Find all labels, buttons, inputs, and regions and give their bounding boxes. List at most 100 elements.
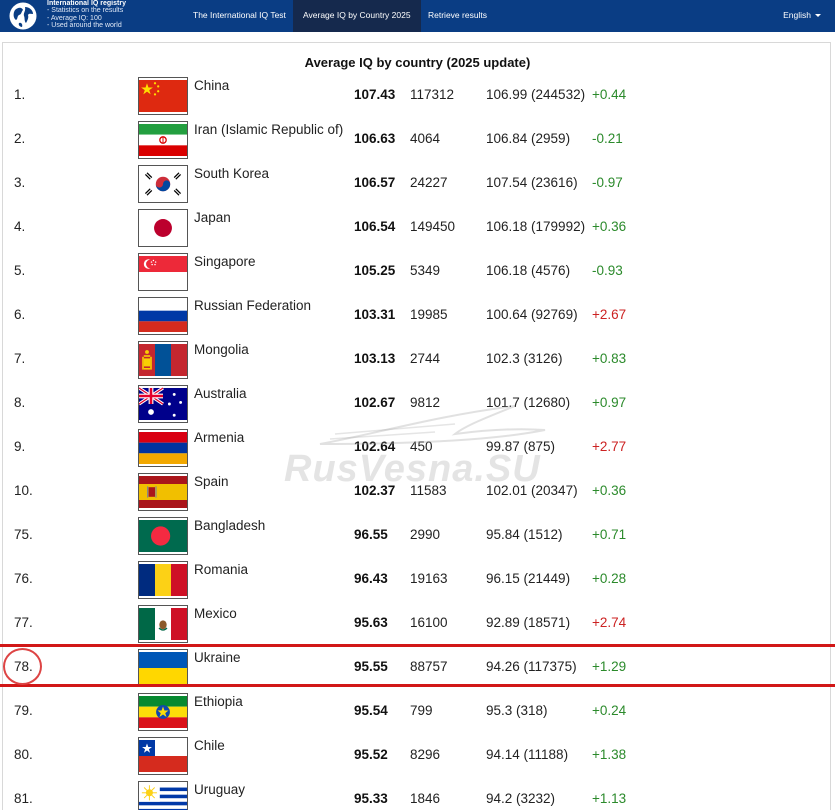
table-row: 1. China 107.43 117312 106.99 (244532) +… xyxy=(0,73,835,117)
iq-value: 95.63 xyxy=(354,615,388,630)
ukraine-flag-icon xyxy=(138,649,188,687)
highlight-line-top xyxy=(0,644,835,647)
country-name[interactable]: Ukraine xyxy=(194,636,241,680)
test-count: 24227 xyxy=(410,175,448,190)
rank-cell: 77. xyxy=(14,615,33,630)
south-korea-flag-icon xyxy=(138,165,188,203)
iq-value: 95.54 xyxy=(354,703,388,718)
language-label: English xyxy=(783,10,811,20)
iq-value: 95.33 xyxy=(354,791,388,806)
australia-flag-icon xyxy=(138,385,188,423)
iq-value: 106.63 xyxy=(354,131,396,146)
country-name[interactable]: Chile xyxy=(194,724,225,768)
iq-delta: +0.28 xyxy=(592,571,627,586)
country-name[interactable]: Iran (Islamic Republic of) xyxy=(194,108,343,152)
iq-delta: -0.21 xyxy=(592,131,623,146)
iq-delta: +0.83 xyxy=(592,351,627,366)
iq-delta: +2.77 xyxy=(592,439,627,454)
rank-cell: 6. xyxy=(14,307,26,322)
top-navigation-bar: International IQ registry - Statistics o… xyxy=(0,0,835,32)
iq-value: 95.52 xyxy=(354,747,388,762)
iq-delta: +0.36 xyxy=(592,219,627,234)
country-name[interactable]: Mexico xyxy=(194,592,237,636)
rank-cell: 79. xyxy=(14,703,33,718)
rank-cell: 1. xyxy=(14,87,26,102)
nav-link-iq-test[interactable]: The International IQ Test xyxy=(183,0,296,32)
table-row: 76. Romania 96.43 19163 96.15 (21449) +0… xyxy=(0,557,835,601)
test-count: 88757 xyxy=(410,659,448,674)
rank-cell: 10. xyxy=(14,483,33,498)
brand-line: - Statistics on the results xyxy=(47,7,124,15)
iq-delta: +0.97 xyxy=(592,395,627,410)
previous-iq: 92.89 (18571) xyxy=(486,615,571,630)
table-row: 2. Iran (Islamic Republic of) 106.63 406… xyxy=(0,117,835,161)
country-name[interactable]: Mongolia xyxy=(194,328,249,372)
test-count: 149450 xyxy=(410,219,456,234)
iq-value: 106.57 xyxy=(354,175,396,190)
previous-iq: 94.26 (117375) xyxy=(486,659,577,674)
country-name[interactable]: Australia xyxy=(194,372,247,416)
rank-cell: 4. xyxy=(14,219,26,234)
test-count: 799 xyxy=(410,703,433,718)
iq-delta: +2.67 xyxy=(592,307,627,322)
iq-delta: -0.97 xyxy=(592,175,623,190)
table-row: 81. Uruguay 95.33 1846 94.2 (3232) +1.13 xyxy=(0,777,835,810)
japan-flag-icon xyxy=(138,209,188,247)
globe-logo-icon[interactable] xyxy=(8,1,38,31)
iq-delta: +1.38 xyxy=(592,747,627,762)
iq-delta: +0.71 xyxy=(592,527,627,542)
uruguay-flag-icon xyxy=(138,781,188,810)
brand-line: - Used around the world xyxy=(47,22,122,30)
table-row-highlighted: 78. Ukraine 95.55 88757 94.26 (117375) +… xyxy=(0,645,835,689)
country-name[interactable]: Japan xyxy=(194,196,231,240)
country-name[interactable]: Uruguay xyxy=(194,768,245,810)
language-selector[interactable]: English xyxy=(783,0,821,32)
mongolia-flag-icon xyxy=(138,341,188,379)
chevron-down-icon xyxy=(815,14,821,18)
country-name[interactable]: Armenia xyxy=(194,416,244,460)
iran-flag-icon xyxy=(138,121,188,159)
rank-cell: 8. xyxy=(14,395,26,410)
country-name[interactable]: Bangladesh xyxy=(194,504,265,548)
country-name[interactable]: Russian Federation xyxy=(194,284,311,328)
bangladesh-flag-icon xyxy=(138,517,188,555)
country-name[interactable]: Singapore xyxy=(194,240,256,284)
previous-iq: 95.84 (1512) xyxy=(486,527,563,542)
iq-value: 96.55 xyxy=(354,527,388,542)
country-name[interactable]: South Korea xyxy=(194,152,269,196)
brand-text[interactable]: International IQ registry - Statistics o… xyxy=(47,0,126,30)
table-row: 75. Bangladesh 96.55 2990 95.84 (1512) +… xyxy=(0,513,835,557)
test-count: 16100 xyxy=(410,615,448,630)
iq-value: 106.54 xyxy=(354,219,396,234)
nav-link-average-iq[interactable]: Average IQ by Country 2025 xyxy=(293,0,421,32)
romania-flag-icon xyxy=(138,561,188,599)
table-row: 79. Ethiopia 95.54 799 95.3 (318) +0.24 xyxy=(0,689,835,733)
country-name[interactable]: Romania xyxy=(194,548,248,592)
rank-cell: 81. xyxy=(14,791,33,806)
country-name[interactable]: China xyxy=(194,64,229,108)
iq-value: 95.55 xyxy=(354,659,388,674)
iq-delta: +1.29 xyxy=(592,659,627,674)
previous-iq: 94.2 (3232) xyxy=(486,791,556,806)
table-row: 77. Mexico 95.63 16100 92.89 (18571) +2.… xyxy=(0,601,835,645)
iq-delta: +0.24 xyxy=(592,703,627,718)
test-count: 19163 xyxy=(410,571,448,586)
iq-value: 105.25 xyxy=(354,263,396,278)
iq-value: 96.43 xyxy=(354,571,388,586)
test-count: 1846 xyxy=(410,791,441,806)
chile-flag-icon xyxy=(138,737,188,775)
mexico-flag-icon xyxy=(138,605,188,643)
ethiopia-flag-icon xyxy=(138,693,188,731)
rank-cell: 80. xyxy=(14,747,33,762)
country-name[interactable]: Spain xyxy=(194,460,229,504)
table-row: 4. Japan 106.54 149450 106.18 (179992) +… xyxy=(0,205,835,249)
iq-delta: +1.13 xyxy=(592,791,627,806)
previous-iq: 106.99 (244532) xyxy=(486,87,586,102)
table-row: 80. Chile 95.52 8296 94.14 (11188) +1.38 xyxy=(0,733,835,777)
china-flag-icon xyxy=(138,77,188,115)
nav-link-retrieve-results[interactable]: Retrieve results xyxy=(418,0,497,32)
watermark-swoosh-icon xyxy=(319,405,546,445)
iq-value: 103.13 xyxy=(354,351,396,366)
previous-iq: 100.64 (92769) xyxy=(486,307,578,322)
spain-flag-icon xyxy=(138,473,188,511)
